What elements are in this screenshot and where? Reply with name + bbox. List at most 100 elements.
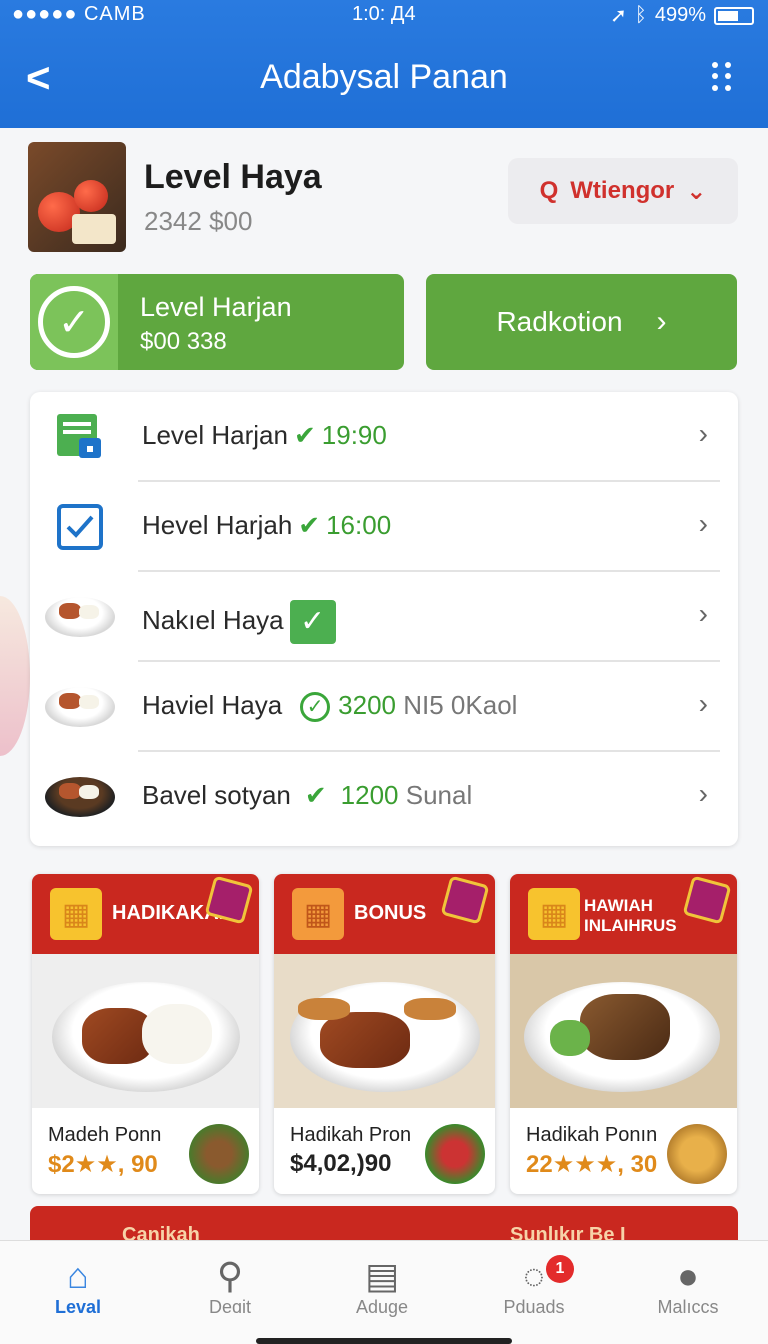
chevron-down-icon: ⌄ [686, 177, 707, 205]
tab-search[interactable]: ⚲ Deɑit [170, 1255, 290, 1318]
ticket-icon [440, 875, 490, 925]
product-image [28, 142, 126, 252]
list-item[interactable]: Hevel Harjah ✔ 16:00 › [30, 482, 738, 572]
decorative-blob [0, 596, 30, 756]
promo-header: ▦ HAWIAH INLAIHRUS [510, 874, 737, 954]
list-item[interactable]: Nakıel Haya ✓ › [30, 572, 738, 662]
level-card-title: Level Harjan [140, 292, 292, 322]
checkmark-icon: ✔ [304, 780, 327, 810]
app-header: ●●●●● CAMB 1:0: Д4 ➚ ᛒ 499% < Adabysal P… [0, 0, 768, 128]
chevron-right-icon: › [698, 778, 708, 809]
tab-label: Deɑit [208, 1297, 252, 1317]
calendar-icon [44, 408, 116, 466]
profile-icon: ● [677, 1255, 699, 1296]
food-thumbnail [667, 1124, 727, 1184]
promo-header: ▦ HADIKAKAN [32, 874, 259, 954]
food-plate-icon [44, 678, 116, 736]
home-icon: ⌂ [67, 1255, 89, 1296]
level-card[interactable]: ✓ Level Harjan $00 338 [30, 274, 404, 370]
tab-label: Aduge [355, 1297, 409, 1317]
list-item[interactable]: Bavel sotyan ✔ 1200 Sunal › [30, 752, 738, 842]
tab-label: Pduads [503, 1297, 565, 1317]
promo-badge: HAWIAH INLAIHRUS [584, 896, 677, 935]
chevron-right-icon: › [698, 598, 708, 629]
dropdown-label: Wtiengor [570, 177, 675, 204]
food-thumbnail [189, 1124, 249, 1184]
food-plate-icon [44, 588, 116, 646]
chevron-right-icon: › [698, 688, 708, 719]
circle-check-icon: ✓ [300, 692, 331, 723]
food-thumbnail [425, 1124, 485, 1184]
item-label: Hevel Harjah [142, 510, 293, 540]
gift-icon: ▦ [292, 888, 344, 940]
battery-percent: 499% [654, 4, 706, 26]
promo-name: Madeh Ponn [48, 1124, 162, 1146]
promo-header: ▦ BONUS [274, 874, 495, 954]
page-title: Adabysal Panan [260, 58, 508, 96]
promo-card[interactable]: ▦ BONUS Hadikah Pron $4,02,)90 [274, 874, 495, 1194]
status-bar: ●●●●● CAMB 1:0: Д4 ➚ ᛒ 499% [0, 0, 768, 30]
checked-box-icon: ✓ [289, 600, 336, 644]
gift-icon: ▦ [50, 888, 102, 940]
checkmark-icon: ✔ [298, 510, 321, 540]
item-extra: NI5 0Kaol [403, 690, 518, 720]
item-label: Nakıel Haya [142, 604, 284, 635]
promo-name: Hadikah Pron [290, 1124, 412, 1146]
nav-bar: < Adabysal Panan [0, 40, 768, 120]
food-bowl-icon [44, 768, 116, 826]
document-icon: ▤ [364, 1255, 399, 1296]
radkotion-label: Radkotion [496, 306, 623, 337]
product-price: 2342 $00 [144, 206, 253, 236]
checkmark-badge-icon: ✓ [30, 274, 118, 370]
checkmark-icon: ✔ [293, 420, 316, 450]
clock: 1:0: Д4 [352, 3, 416, 25]
more-menu-icon[interactable] [712, 62, 734, 92]
filter-dropdown[interactable]: Q Wtiengor ⌄ [508, 158, 738, 224]
food-photo [32, 954, 259, 1108]
item-label: Level Harjan [142, 420, 288, 450]
food-photo [274, 954, 495, 1108]
promo-price: $2★★, 90 [48, 1151, 158, 1178]
status-right: ➚ ᛒ 499% [610, 3, 754, 28]
carrier-label: ●●●●● CAMB [12, 3, 146, 25]
notification-badge: 1 [546, 1255, 574, 1283]
item-value: 3200 [338, 690, 397, 720]
item-label: Haviel Haya [142, 690, 283, 720]
item-label: Bavel sotyan [142, 780, 291, 810]
promo-badge: BONUS [354, 902, 427, 924]
list-item[interactable]: Level Harjan ✔ 19:90 › [30, 392, 738, 482]
chevron-right-icon: › [656, 305, 667, 338]
battery-icon [714, 6, 754, 25]
tab-pduads[interactable]: ◌ Pduads 1 [474, 1255, 594, 1318]
search-icon: Q [539, 177, 559, 204]
product-name: Level Haya [144, 158, 322, 196]
promo-price: $4,02,)90 [290, 1150, 392, 1177]
food-photo [510, 954, 737, 1108]
checkbox-icon [44, 498, 116, 556]
list-item[interactable]: Haviel Haya ✓ 3200 NI5 0Kaol › [30, 662, 738, 752]
chevron-right-icon: › [698, 508, 708, 539]
tab-leval[interactable]: ⌂ Leval [18, 1255, 138, 1318]
radkotion-button[interactable]: Radkotion › [426, 274, 737, 370]
promo-name: Hadikah Ponın [526, 1124, 658, 1146]
promo-card[interactable]: ▦ HADIKAKAN Madeh Ponn $2★★, 90 [32, 874, 259, 1194]
item-extra: Sunal [405, 780, 473, 810]
level-card-amount: $00 338 [140, 328, 227, 355]
location-icon: ➚ [610, 5, 627, 27]
item-value: 1200 [340, 780, 399, 810]
bottom-tab-bar: ⌂ Leval ⚲ Deɑit ▤ Aduge ◌ Pduads 1 ● Mal… [0, 1240, 768, 1344]
home-indicator [256, 1338, 512, 1344]
schedule-list: Level Harjan ✔ 19:90 › Hevel Harjah ✔ 16:00 … [30, 392, 738, 846]
chevron-right-icon: › [698, 418, 708, 449]
item-value: 16:00 [326, 510, 392, 540]
item-value: 19:90 [321, 420, 387, 450]
tab-aduge[interactable]: ▤ Aduge [322, 1255, 442, 1318]
tab-label: Malıccs [657, 1297, 719, 1317]
promo-card[interactable]: ▦ HAWIAH INLAIHRUS Hadikah Ponın 22★★★, … [510, 874, 737, 1194]
tab-label: Leval [54, 1297, 102, 1317]
tab-profile[interactable]: ● Malıccs [628, 1255, 748, 1318]
promo-price: 22★★★, 30 [526, 1151, 658, 1178]
chat-icon: ◌ [523, 1255, 545, 1296]
gift-icon: ▦ [528, 888, 580, 940]
search-icon: ⚲ [216, 1255, 244, 1296]
